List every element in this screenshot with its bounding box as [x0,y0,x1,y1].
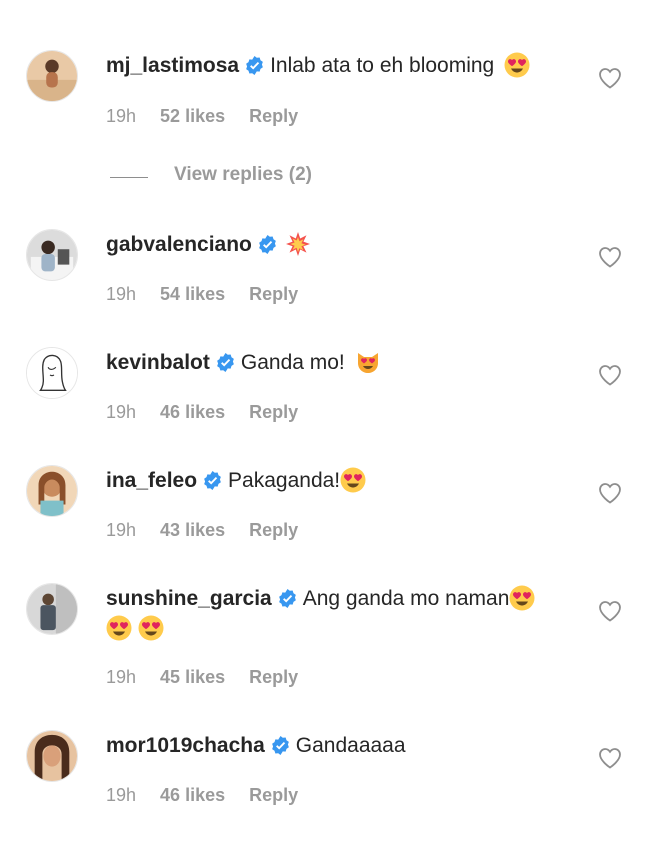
comment-meta: 19h 52 likes Reply [106,106,322,127]
comment-meta: 19h 45 likes Reply [106,667,322,688]
comment-meta: 19h 46 likes Reply [106,785,322,806]
username[interactable]: mor1019chacha [106,734,265,757]
avatar[interactable] [26,229,78,281]
heart-eyes-cat-emoji-icon [355,349,381,375]
comment-meta: 19h 46 likes Reply [106,402,322,423]
likes-count[interactable]: 46 likes [160,402,225,422]
like-heart-icon[interactable] [598,600,622,622]
avatar[interactable] [26,465,78,517]
comment-meta: 19h 54 likes Reply [106,284,322,305]
comment-meta: 19h 43 likes Reply [106,520,322,541]
timestamp: 19h [106,284,137,304]
username[interactable]: gabvalenciano [106,233,252,256]
verified-badge-icon [216,353,235,372]
heart-eyes-emoji-icon [504,52,530,78]
timestamp: 19h [106,106,137,126]
reply-button[interactable]: Reply [249,785,298,805]
timestamp: 19h [106,402,137,422]
heart-eyes-emoji-icon [509,585,535,611]
likes-count[interactable]: 54 likes [160,284,225,304]
like-heart-icon[interactable] [598,67,622,89]
reply-button[interactable]: Reply [249,520,298,540]
likes-count[interactable]: 43 likes [160,520,225,540]
timestamp: 19h [106,520,137,540]
likes-count[interactable]: 45 likes [160,667,225,687]
avatar[interactable] [26,347,78,399]
heart-eyes-emoji-icon [340,467,366,493]
username[interactable]: mj_lastimosa [106,54,239,77]
comment-line: mor1019chacha Gandaaaaa [106,731,406,761]
comment-continuation [106,614,164,644]
verified-badge-icon [245,56,264,75]
avatar[interactable] [26,50,78,102]
comment-text: Ganda mo! [240,351,345,374]
reply-button[interactable]: Reply [249,106,298,126]
heart-eyes-emoji-icon [106,615,132,641]
comment-line: kevinbalot Ganda mo! [106,348,381,378]
reply-button[interactable]: Reply [249,284,298,304]
username[interactable]: sunshine_garcia [106,587,272,610]
comment-line: sunshine_garcia Ang ganda mo naman [106,584,535,614]
verified-badge-icon [271,736,290,755]
timestamp: 19h [106,785,137,805]
username[interactable]: ina_feleo [106,469,197,492]
heart-eyes-emoji-icon [138,615,164,641]
comment-line: gabvalenciano [106,230,311,260]
verified-badge-icon [258,235,277,254]
avatar[interactable] [26,730,78,782]
comment-text: Gandaaaaa [295,734,406,757]
avatar[interactable] [26,583,78,635]
like-heart-icon[interactable] [598,246,622,268]
likes-count[interactable]: 52 likes [160,106,225,126]
timestamp: 19h [106,667,137,687]
comment-text: Inlab ata to eh blooming [270,54,495,77]
like-heart-icon[interactable] [598,482,622,504]
collision-emoji-icon [285,231,311,257]
comment-text: Pakaganda! [228,469,341,492]
view-replies-label: View replies (2) [174,164,312,185]
comment-line: mj_lastimosa Inlab ata to eh blooming [106,51,530,81]
reply-button[interactable]: Reply [249,667,298,687]
comment-text: Ang ganda mo naman [302,587,510,610]
verified-badge-icon [203,471,222,490]
divider [110,177,148,178]
reply-button[interactable]: Reply [249,402,298,422]
like-heart-icon[interactable] [598,747,622,769]
comment-line: ina_feleo Pakaganda! [106,466,366,496]
like-heart-icon[interactable] [598,364,622,386]
likes-count[interactable]: 46 likes [160,785,225,805]
username[interactable]: kevinbalot [106,351,210,374]
verified-badge-icon [278,589,297,608]
